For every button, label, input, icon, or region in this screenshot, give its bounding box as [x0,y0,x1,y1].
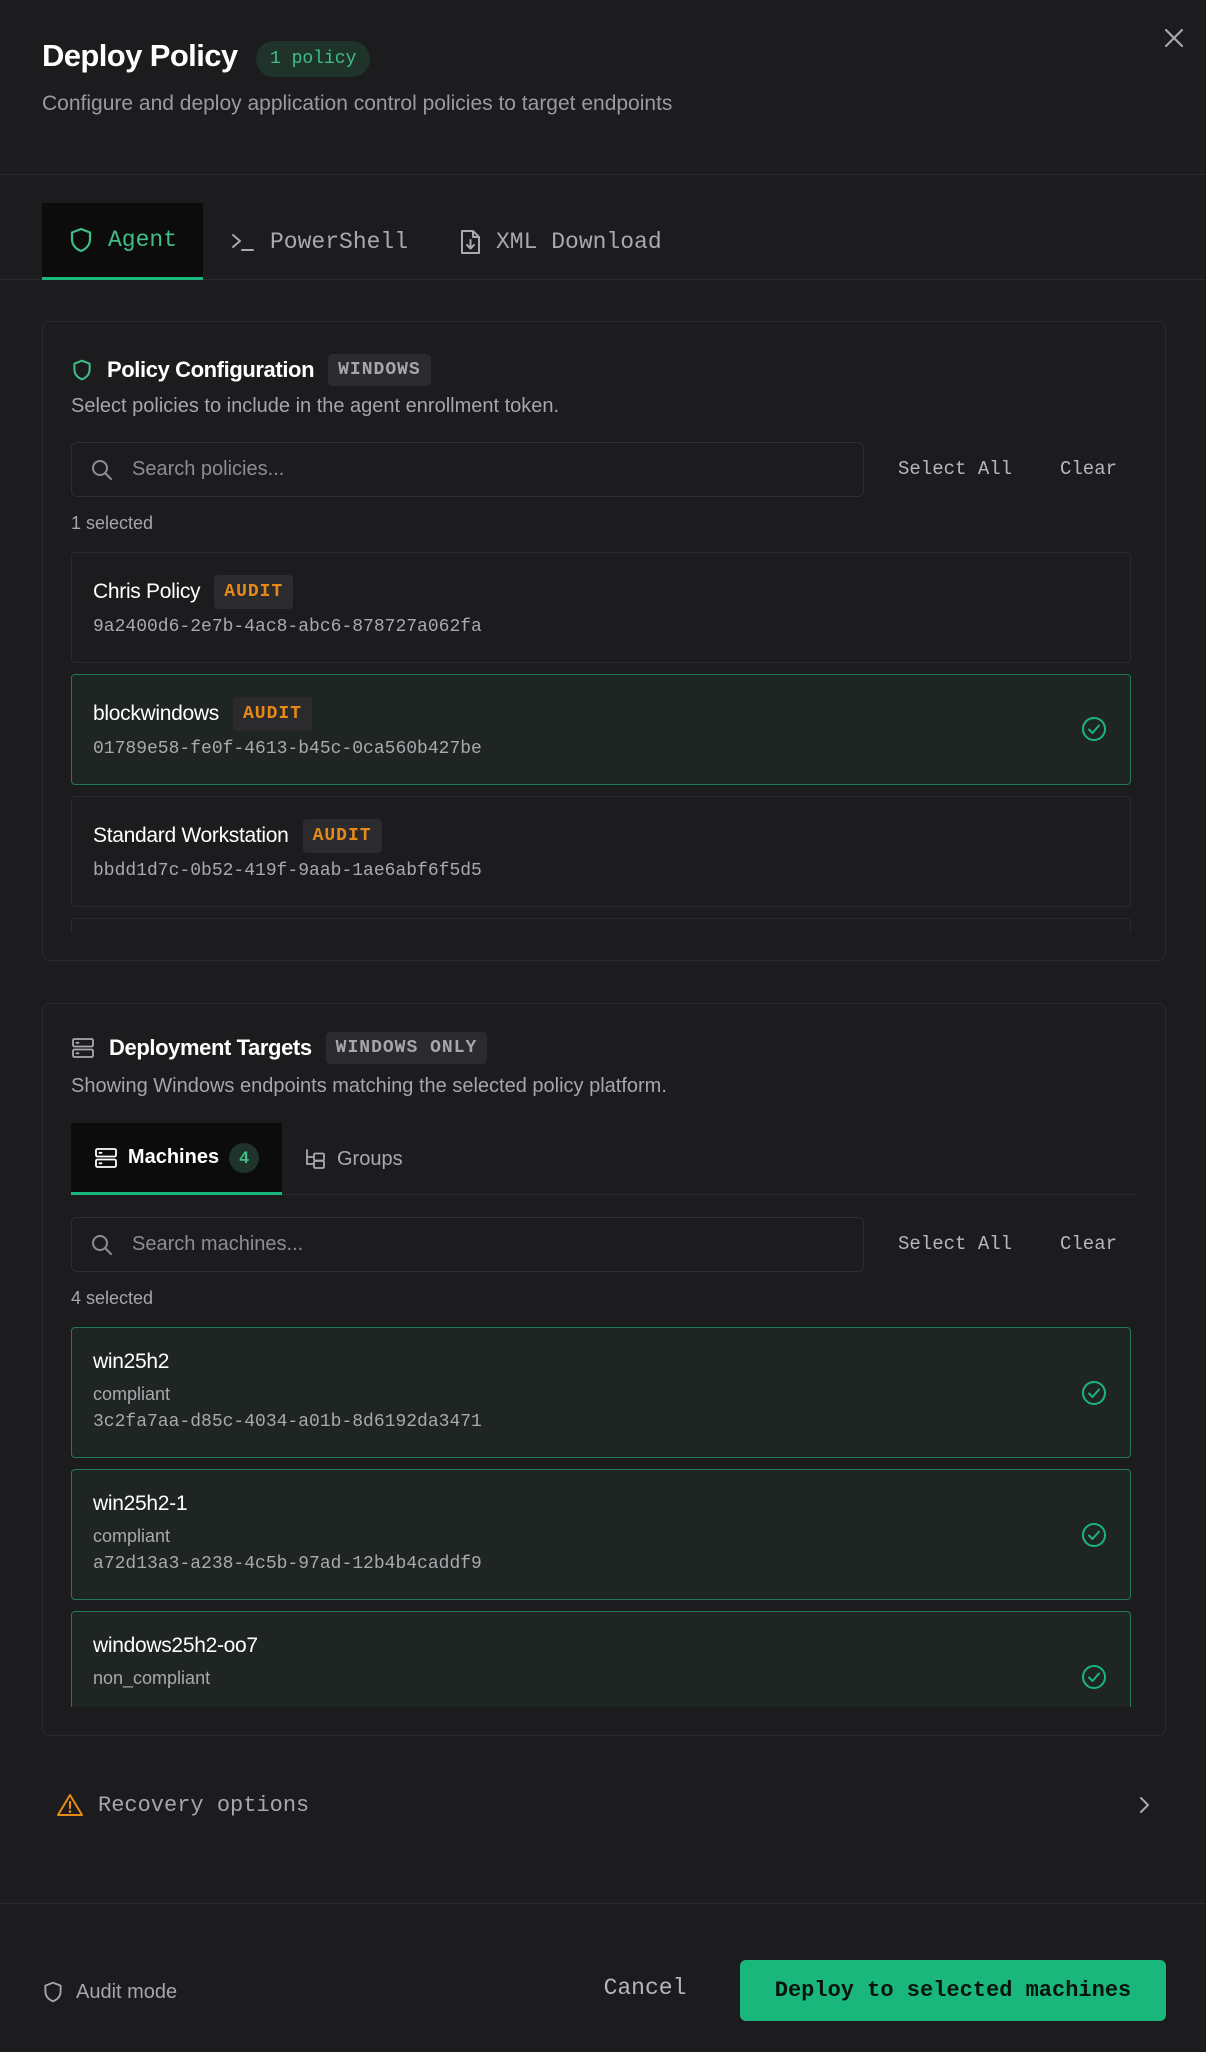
recovery-options-label: Recovery options [98,1792,310,1818]
chevron-right-icon [1140,1797,1149,1813]
machine-search-input[interactable] [132,1233,832,1256]
policy-name: blockwindows [93,702,219,725]
tab-xml-download[interactable]: XML Download [458,203,662,280]
shield-icon [73,359,91,381]
policy-id: 9a2400d6-2e7b-4ac8-abc6-878727a062fa [93,617,482,637]
machine-name: win25h2-1 [93,1492,188,1515]
clear-policies-button[interactable]: Clear [1060,458,1117,480]
machine-list: win25h2 compliant 3c2fa7aa-d85c-4034-a01… [71,1327,1131,1707]
deployment-targets-title: Deployment Targets [109,1035,312,1060]
dialog-footer: Audit mode Cancel Deploy to selected mac… [0,1903,1206,2052]
audit-badge: AUDIT [232,697,312,731]
check-circle-icon [1082,1665,1106,1689]
recovery-options-toggle[interactable]: Recovery options [42,1775,1166,1835]
tab-powershell[interactable]: PowerShell [230,203,408,280]
tab-groups[interactable]: Groups [303,1123,403,1195]
policy-list: Chris Policy AUDIT 9a2400d6-2e7b-4ac8-ab… [71,552,1131,932]
policy-item-blockwindows[interactable]: blockwindows AUDIT 01789e58-fe0f-4613-b4… [71,674,1131,785]
machines-selected-count: 4 selected [71,1288,154,1308]
warning-icon [57,1794,83,1816]
select-all-policies-button[interactable]: Select All [898,458,1012,480]
tab-agent[interactable]: Agent [42,203,203,280]
policy-configuration-description: Select policies to include in the agent … [71,395,560,417]
tab-xml-download-label: XML Download [496,228,662,255]
folder-tree-icon [306,1149,325,1169]
tab-powershell-label: PowerShell [270,228,409,255]
policy-configuration-card: Policy Configuration WINDOWS Select poli… [42,321,1166,961]
policy-item-chris-policy[interactable]: Chris Policy AUDIT 9a2400d6-2e7b-4ac8-ab… [71,552,1131,663]
policy-search-box[interactable] [71,442,864,497]
check-circle-icon [1082,717,1106,741]
machine-status: non_compliant [93,1668,211,1688]
policy-count-badge: 1 policy [256,41,371,77]
machine-status: compliant [93,1526,171,1546]
deploy-method-tabs: Agent PowerShell XML Download [0,175,1206,280]
tab-groups-label: Groups [337,1147,403,1170]
machine-name: win25h2 [93,1350,170,1373]
audit-badge: AUDIT [302,819,382,853]
deploy-button[interactable]: Deploy to selected machines [740,1960,1166,2021]
server-icon [95,1147,117,1168]
tab-machines-label: Machines [127,1146,220,1168]
platform-tag: WINDOWS [328,354,431,386]
server-icon [72,1038,94,1058]
policies-selected-count: 1 selected [71,513,154,533]
dialog-header: Deploy Policy 1 policy Configure and dep… [0,0,1206,175]
policy-item-standard-workstation[interactable]: Standard Workstation AUDIT bbdd1d7c-0b52… [71,796,1131,907]
deployment-targets-card: Deployment Targets WINDOWS ONLY Showing … [42,1003,1166,1736]
policy-search-input[interactable] [132,458,832,481]
search-icon [92,1234,112,1255]
policy-id: 01789e58-fe0f-4613-b45c-0ca560b427be [93,739,482,759]
check-circle-icon [1082,1381,1106,1405]
target-type-tabs: Machines 4 Groups [71,1123,1137,1195]
machine-id: a72d13a3-a238-4c5b-97ad-12b4b4caddf9 [93,1554,482,1574]
terminal-icon [232,233,254,251]
machine-search-box[interactable] [71,1217,864,1272]
policy-name: Chris Policy [93,580,201,603]
file-download-icon [461,229,480,254]
search-icon [92,459,112,480]
audit-badge: AUDIT [214,575,294,609]
dialog-subtitle: Configure and deploy application control… [42,92,673,115]
tab-machines[interactable]: Machines 4 [71,1123,282,1195]
platform-tag: WINDOWS ONLY [325,1032,488,1064]
machines-count-badge: 4 [229,1142,260,1173]
audit-mode-indicator: Audit mode [42,1980,177,2004]
shield-icon [44,1981,62,2003]
dialog-title: Deploy Policy [42,38,238,73]
select-all-machines-button[interactable]: Select All [898,1233,1012,1255]
machine-item-windows25h2-oo7[interactable]: windows25h2-oo7 non_compliant [71,1611,1131,1707]
check-circle-icon [1082,1523,1106,1547]
cancel-button[interactable]: Cancel [585,1958,705,2018]
policy-id: bbdd1d7c-0b52-419f-9aab-1ae6abf6f5d5 [93,861,482,881]
policy-configuration-header: Policy Configuration WINDOWS [71,354,431,386]
policy-item-partial[interactable] [71,918,1131,932]
machine-item-win25h2[interactable]: win25h2 compliant 3c2fa7aa-d85c-4034-a01… [71,1327,1131,1458]
machine-status: compliant [93,1384,171,1404]
audit-mode-label: Audit mode [76,1980,178,2003]
deployment-targets-description: Showing Windows endpoints matching the s… [71,1075,667,1097]
machine-name: windows25h2-oo7 [93,1634,258,1657]
policy-name: Standard Workstation [93,824,289,847]
machine-item-win25h2-1[interactable]: win25h2-1 compliant a72d13a3-a238-4c5b-9… [71,1469,1131,1600]
deployment-targets-header: Deployment Targets WINDOWS ONLY [71,1032,488,1064]
clear-machines-button[interactable]: Clear [1060,1233,1117,1255]
policy-configuration-title: Policy Configuration [107,357,315,382]
shield-icon [70,227,92,253]
close-button[interactable] [1160,24,1188,52]
close-icon [1164,28,1184,48]
machine-id: 3c2fa7aa-d85c-4034-a01b-8d6192da3471 [93,1412,482,1432]
tab-agent-label: Agent [107,227,177,253]
